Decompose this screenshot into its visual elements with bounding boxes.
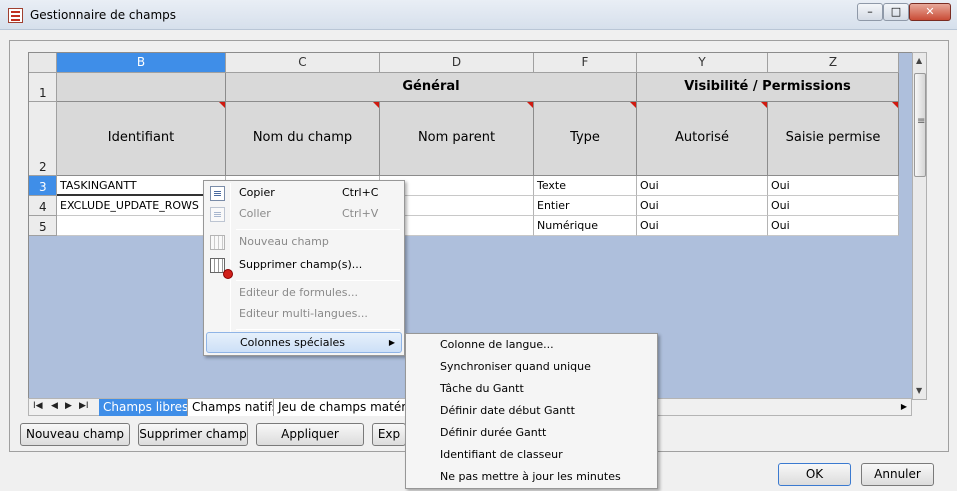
app-icon: [8, 8, 23, 23]
column-header-z[interactable]: Z: [768, 53, 899, 73]
submenu-item-gantt-duration[interactable]: Définir durée Gantt: [440, 423, 546, 443]
comment-marker: [892, 102, 898, 108]
scroll-right-icon[interactable]: ▶: [901, 402, 907, 411]
column-header-c[interactable]: C: [226, 53, 380, 73]
submenu-item-no-minute-update[interactable]: Ne pas mettre à jour les minutes: [440, 467, 621, 487]
field-header-parent[interactable]: Nom parent: [380, 102, 534, 176]
vertical-scrollbar[interactable]: ▲ ▼: [912, 52, 927, 400]
column-header-f[interactable]: F: [534, 53, 637, 73]
row-header-1[interactable]: 1: [29, 73, 57, 102]
comment-marker: [527, 102, 533, 108]
column-header-d[interactable]: D: [380, 53, 534, 73]
export-button[interactable]: Exp: [372, 423, 406, 446]
scroll-thumb[interactable]: [914, 73, 926, 177]
group-header-visibility[interactable]: Visibilité / Permissions: [637, 73, 899, 102]
grid-cell[interactable]: Oui: [637, 216, 768, 236]
grid-cell[interactable]: Oui: [768, 176, 899, 196]
grid-cell[interactable]: Numérique: [534, 216, 637, 236]
grid-cell[interactable]: Oui: [768, 196, 899, 216]
comment-marker: [219, 102, 225, 108]
group-header-empty[interactable]: [57, 73, 226, 102]
column-header-y[interactable]: Y: [637, 53, 768, 73]
field-header-identifier[interactable]: Identifiant: [57, 102, 226, 176]
submenu-item-gantt-task[interactable]: Tâche du Gantt: [440, 379, 524, 399]
menu-item-multilang-editor[interactable]: Editeur multi-langues...: [206, 304, 402, 325]
apply-button[interactable]: Appliquer: [256, 423, 364, 446]
maximize-button[interactable]: □: [883, 3, 909, 21]
delete-field-button[interactable]: Supprimer champ: [138, 423, 248, 446]
tab-free-fields[interactable]: Champs libres: [99, 399, 193, 416]
context-menu: Copier Ctrl+C Coller Ctrl+V Nouveau cham…: [203, 180, 405, 356]
grid-corner[interactable]: [29, 53, 57, 73]
grid-cell[interactable]: Texte: [534, 176, 637, 196]
prev-tab-icon[interactable]: ◀: [51, 401, 58, 411]
grid-cell[interactable]: Oui: [637, 196, 768, 216]
field-header-type[interactable]: Type: [534, 102, 637, 176]
menu-item-delete-fields[interactable]: Supprimer champ(s)...: [206, 255, 402, 279]
menu-item-paste[interactable]: Coller Ctrl+V: [206, 204, 402, 225]
grid-cell[interactable]: [57, 216, 226, 236]
ok-button[interactable]: OK: [778, 463, 851, 486]
scroll-down-icon[interactable]: ▼: [916, 386, 922, 395]
tab-material-fields[interactable]: Jeu de champs matérie: [273, 399, 421, 416]
cancel-button[interactable]: Annuler: [861, 463, 934, 486]
scroll-up-icon[interactable]: ▲: [916, 56, 922, 65]
row-header-3[interactable]: 3: [29, 176, 57, 196]
submenu-item-gantt-start[interactable]: Définir date début Gantt: [440, 401, 575, 421]
new-field-icon: [210, 235, 225, 250]
menu-item-new-field[interactable]: Nouveau champ: [206, 232, 402, 253]
column-header-b[interactable]: B: [57, 53, 226, 73]
special-columns-submenu: Colonne de langue... Synchroniser quand …: [405, 333, 658, 489]
grid-cell[interactable]: Oui: [768, 216, 899, 236]
submenu-item-sync-unique[interactable]: Synchroniser quand unique: [440, 357, 591, 377]
grid-cell[interactable]: TASKINGANTT: [57, 176, 226, 196]
menu-item-special-columns[interactable]: Colonnes spéciales ▶: [206, 332, 402, 353]
new-field-button[interactable]: Nouveau champ: [20, 423, 130, 446]
first-tab-icon[interactable]: I◀: [33, 401, 43, 411]
field-header-input-allowed[interactable]: Saisie permise: [768, 102, 899, 176]
group-header-general[interactable]: Général: [226, 73, 637, 102]
next-tab-icon[interactable]: ▶: [65, 401, 72, 411]
copy-icon: [210, 186, 225, 201]
last-tab-icon[interactable]: ▶I: [79, 401, 89, 411]
minimize-button[interactable]: –: [857, 3, 883, 21]
comment-marker: [630, 102, 636, 108]
grid-cell[interactable]: Oui: [637, 176, 768, 196]
submenu-item-workbook-id[interactable]: Identifiant de classeur: [440, 445, 563, 465]
row-header-5[interactable]: 5: [29, 216, 57, 236]
title-bar: Gestionnaire de champs – □ ✕: [0, 0, 957, 30]
delete-field-icon: [210, 258, 233, 279]
submenu-arrow-icon: ▶: [388, 338, 395, 347]
paste-icon: [210, 207, 225, 222]
tab-native-fields[interactable]: Champs natifs: [187, 399, 283, 416]
field-header-name[interactable]: Nom du champ: [226, 102, 380, 176]
window-title: Gestionnaire de champs: [30, 8, 177, 22]
submenu-item-language-column[interactable]: Colonne de langue...: [440, 335, 554, 355]
field-header-authorized[interactable]: Autorisé: [637, 102, 768, 176]
comment-marker: [373, 102, 379, 108]
menu-item-formula-editor[interactable]: Editeur de formules...: [206, 283, 402, 304]
grid-cell[interactable]: Entier: [534, 196, 637, 216]
comment-marker: [761, 102, 767, 108]
row-header-4[interactable]: 4: [29, 196, 57, 216]
row-header-2[interactable]: 2: [29, 102, 57, 176]
menu-item-copy[interactable]: Copier Ctrl+C: [206, 183, 402, 204]
close-button[interactable]: ✕: [909, 3, 951, 21]
grid-cell[interactable]: EXCLUDE_UPDATE_ROWS: [57, 196, 226, 216]
